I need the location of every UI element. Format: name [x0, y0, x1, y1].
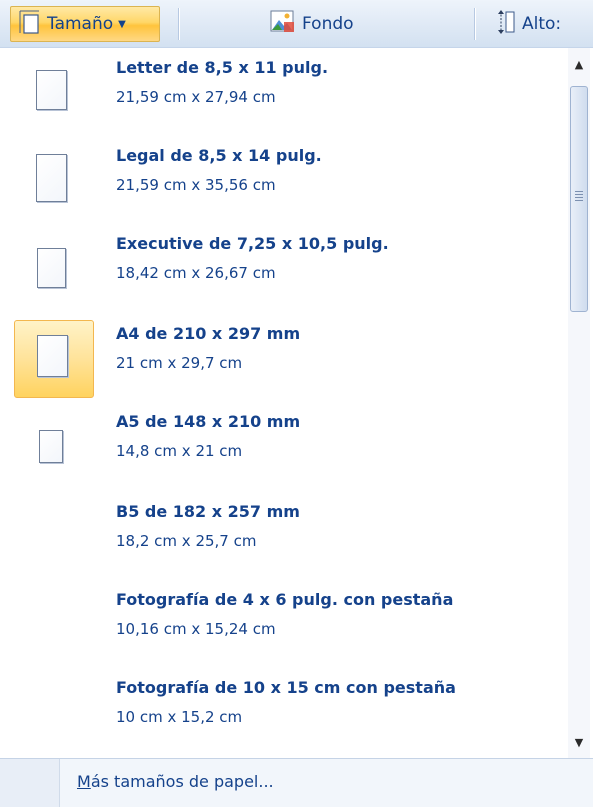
paper-size-item-a5[interactable]: A5 de 148 x 210 mm 14,8 cm x 21 cm: [0, 408, 568, 496]
page-size-icon: [19, 9, 41, 40]
paper-size-item-photo-4x6[interactable]: Fotografía de 4 x 6 pulg. con pestaña 10…: [0, 586, 568, 674]
size-button-label: Tamaño: [47, 14, 114, 34]
paper-size-title: Fotografía de 4 x 6 pulg. con pestaña: [116, 590, 454, 609]
paper-size-item-letter[interactable]: Letter de 8,5 x 11 pulg. 21,59 cm x 27,9…: [0, 54, 568, 142]
paper-size-dimensions: 18,42 cm x 26,67 cm: [116, 264, 276, 282]
paper-size-title: A4 de 210 x 297 mm: [116, 324, 301, 343]
list-scrollbar[interactable]: ▲ ▼: [568, 48, 590, 758]
paper-size-item-executive[interactable]: Executive de 7,25 x 10,5 pulg. 18,42 cm …: [0, 230, 568, 318]
paper-size-title: A5 de 148 x 210 mm: [116, 412, 301, 431]
scroll-up-button[interactable]: ▲: [568, 48, 590, 80]
paper-thumbnail: [14, 408, 94, 486]
page-icon: [37, 248, 66, 288]
paper-size-title: Letter de 8,5 x 11 pulg.: [116, 58, 329, 77]
menu-icon-column: [0, 759, 60, 807]
paper-size-title: B5 de 182 x 257 mm: [116, 502, 300, 521]
height-icon: [496, 9, 516, 40]
ribbon-toolbar: Tamaño ▼ Fondo Alto:: [0, 0, 593, 48]
size-button[interactable]: Tamaño ▼: [10, 6, 160, 42]
page-icon: [36, 154, 67, 202]
page-icon: [37, 335, 68, 377]
page-icon: [39, 430, 63, 463]
more-paper-sizes-button[interactable]: Más tamaños de papel...: [77, 772, 274, 791]
paper-size-dimensions: 14,8 cm x 21 cm: [116, 442, 243, 460]
grip-icon: [575, 191, 583, 201]
arrow-down-icon: ▼: [574, 735, 584, 749]
background-button-label: Fondo: [302, 14, 354, 34]
paper-size-title: Legal de 8,5 x 14 pulg.: [116, 146, 322, 165]
page-background-icon: [270, 10, 296, 39]
accelerator-key: M: [77, 772, 91, 791]
paper-size-dimensions: 21,59 cm x 27,94 cm: [116, 88, 276, 106]
paper-size-list: Letter de 8,5 x 11 pulg. 21,59 cm x 27,9…: [0, 48, 568, 758]
ribbon-separator: [474, 8, 475, 40]
paper-size-title: Fotografía de 10 x 15 cm con pestaña: [116, 678, 456, 697]
paper-size-dimensions: 10,16 cm x 15,24 cm: [116, 620, 276, 638]
paper-size-dimensions: 18,2 cm x 25,7 cm: [116, 532, 257, 550]
chevron-down-icon: ▼: [118, 18, 126, 30]
paper-thumbnail: [14, 54, 94, 132]
scrollbar-thumb[interactable]: [570, 86, 588, 312]
height-label: Alto:: [522, 14, 562, 34]
menu-footer: Más tamaños de papel...: [0, 758, 593, 807]
paper-thumbnail: [14, 230, 94, 308]
paper-size-item-b5[interactable]: B5 de 182 x 257 mm 18,2 cm x 25,7 cm: [0, 498, 568, 586]
paper-size-dimensions: 21 cm x 29,7 cm: [116, 354, 243, 372]
paper-size-dimensions: 10 cm x 15,2 cm: [116, 708, 243, 726]
paper-thumbnail: [14, 320, 94, 398]
paper-size-title: Executive de 7,25 x 10,5 pulg.: [116, 234, 389, 253]
background-button[interactable]: Fondo: [264, 6, 404, 42]
height-control[interactable]: Alto:: [488, 6, 593, 42]
paper-size-item-photo-10x15[interactable]: Fotografía de 10 x 15 cm con pestaña 10 …: [0, 674, 568, 762]
arrow-up-icon: ▲: [574, 57, 584, 71]
paper-thumbnail: [14, 142, 94, 220]
paper-size-dimensions: 21,59 cm x 35,56 cm: [116, 176, 276, 194]
more-paper-sizes-label: ás tamaños de papel...: [90, 772, 274, 791]
scroll-down-button[interactable]: ▼: [568, 726, 590, 758]
paper-size-item-a4[interactable]: A4 de 210 x 297 mm 21 cm x 29,7 cm: [0, 320, 568, 408]
ribbon-separator: [178, 8, 179, 40]
paper-size-item-legal[interactable]: Legal de 8,5 x 14 pulg. 21,59 cm x 35,56…: [0, 142, 568, 230]
page-icon: [36, 70, 67, 110]
